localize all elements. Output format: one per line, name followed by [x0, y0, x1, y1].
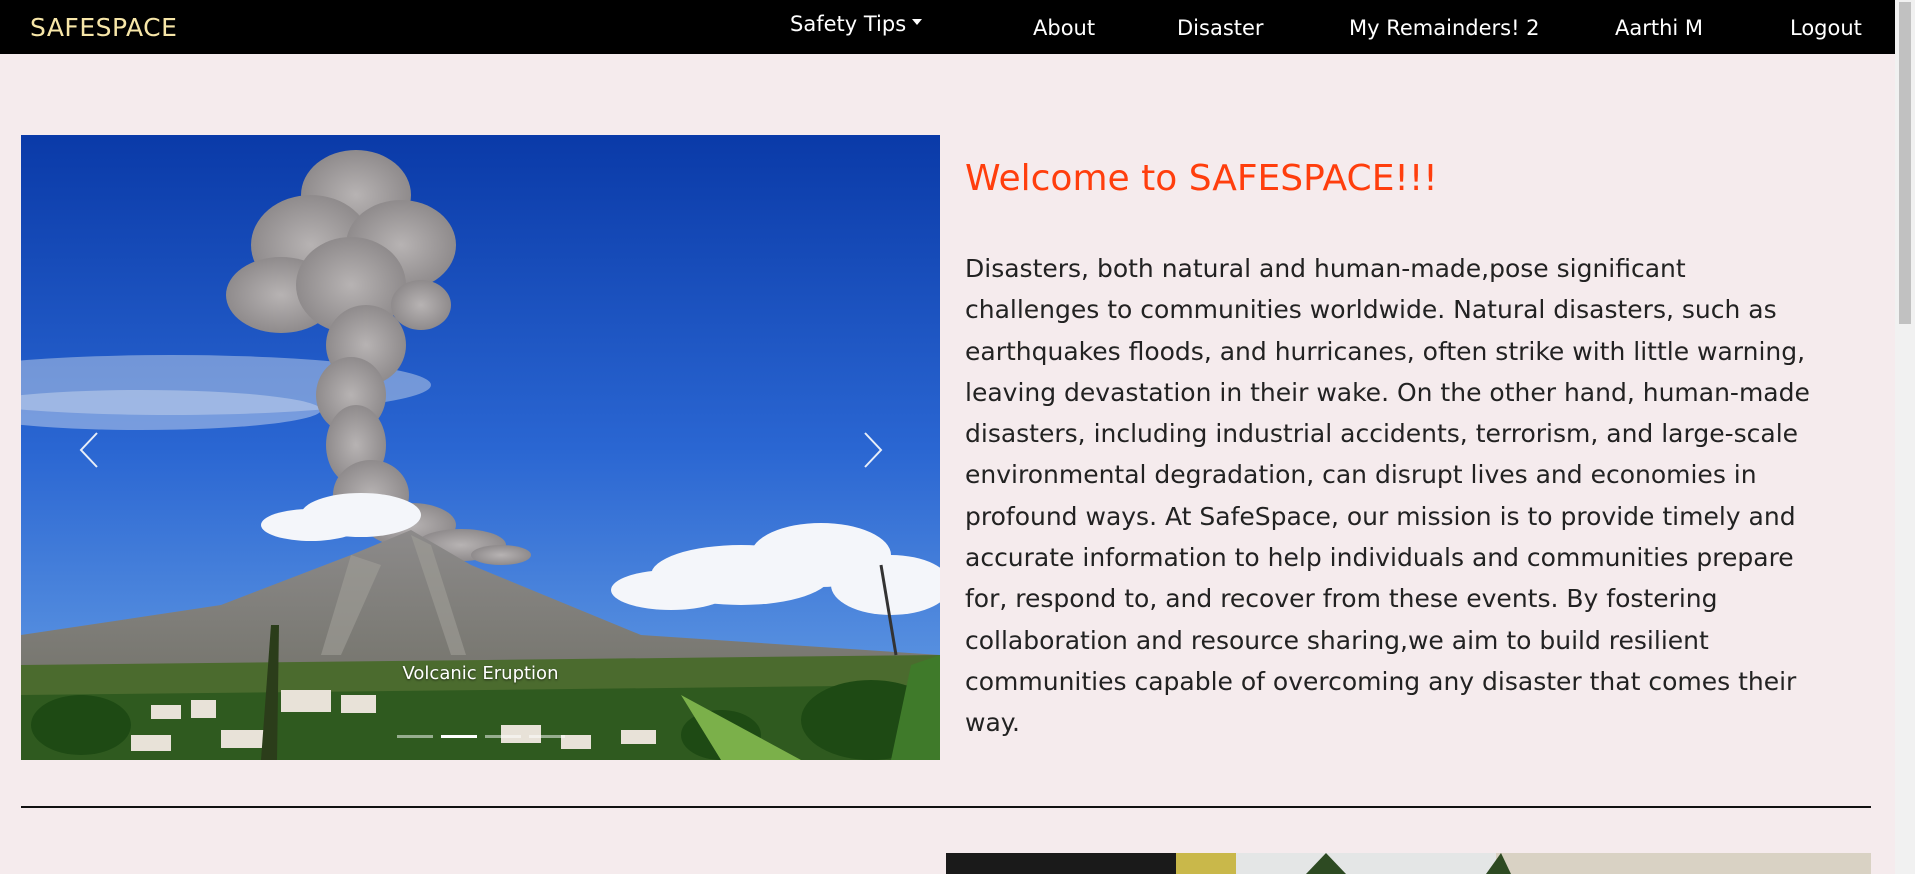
welcome-title: Welcome to SAFESPACE!!! [965, 158, 1438, 199]
navbar: SAFESPACE Safety Tips About Disaster My … [0, 0, 1895, 54]
carousel-indicator-1[interactable] [396, 735, 433, 738]
nav-reminders[interactable]: My Remainders! 2 [1349, 16, 1540, 40]
chevron-left-icon [79, 432, 98, 468]
nav-logout[interactable]: Logout [1790, 16, 1862, 40]
intro-paragraph: Disasters, both natural and human-made,p… [965, 254, 1810, 738]
nav-user-profile[interactable]: Aarthi M [1615, 16, 1703, 40]
page-scrollbar[interactable] [1895, 0, 1915, 874]
next-section-photo [946, 853, 1871, 874]
carousel-indicator-3[interactable] [484, 735, 521, 738]
nav-safety-tips-label: Safety Tips [790, 12, 907, 36]
chevron-right-icon [864, 432, 883, 468]
next-section-image [946, 853, 1871, 874]
nav-disaster[interactable]: Disaster [1177, 16, 1264, 40]
caret-down-icon [912, 19, 923, 25]
carousel-caption: Volcanic Eruption [402, 663, 559, 684]
carousel-indicators [21, 723, 940, 742]
image-carousel: Volcanic Eruption [21, 135, 940, 760]
nav-about[interactable]: About [1033, 16, 1095, 40]
carousel-indicator-2[interactable] [440, 735, 477, 738]
carousel-prev-button[interactable] [71, 425, 111, 475]
scrollbar-thumb[interactable] [1899, 2, 1911, 324]
carousel-next-button[interactable] [851, 425, 891, 475]
section-divider [21, 806, 1871, 808]
brand-logo[interactable]: SAFESPACE [30, 13, 177, 42]
nav-safety-tips-dropdown[interactable]: Safety Tips [790, 12, 923, 36]
carousel-indicator-4[interactable] [528, 735, 565, 738]
